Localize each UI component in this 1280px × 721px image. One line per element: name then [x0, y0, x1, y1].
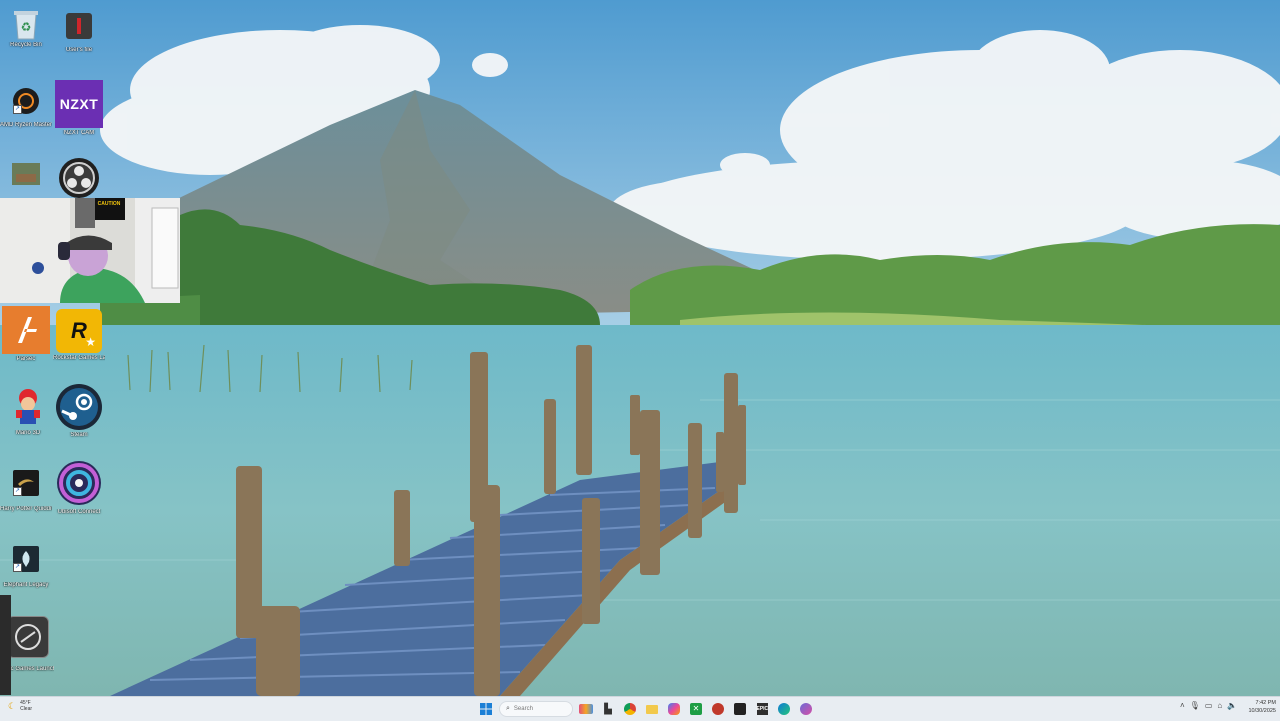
- task-view-icon: ▙: [604, 703, 612, 715]
- epic-games-button[interactable]: EPIC: [753, 700, 771, 718]
- monitor-icon[interactable]: ▭: [1205, 701, 1213, 711]
- ryzen-icon: ↗: [13, 88, 39, 114]
- webcam-overlay: CAUTION: [0, 198, 180, 303]
- red-app-icon: [66, 13, 92, 39]
- taskbar-search[interactable]: ⌕ Search: [499, 701, 573, 717]
- chevron-up-icon[interactable]: ˄: [1180, 701, 1185, 711]
- windows-logo-icon: [480, 703, 492, 715]
- task-view-button[interactable]: ▙: [599, 700, 617, 718]
- recycle-bin-icon: ♻: [9, 6, 43, 40]
- taskbar: ☾ 45°F Clear ⌕ Search ▙ ✕ EPIC ˄ 🎙 ▭ ⌂ 🔈: [0, 696, 1280, 721]
- desktop-icon-recycle-bin[interactable]: ♻ Recycle Bin: [0, 6, 52, 49]
- edge-icon: [778, 703, 790, 715]
- copilot-button[interactable]: [665, 700, 683, 718]
- antivirus-icon: [712, 703, 724, 715]
- epic-games-icon: EPIC: [756, 703, 768, 715]
- desktop-icon-parsec[interactable]: Parsec: [0, 306, 52, 363]
- file-explorer-button[interactable]: [643, 700, 661, 718]
- copilot-icon: [668, 703, 680, 715]
- caution-sign: CAUTION: [97, 201, 121, 207]
- steam-icon: [56, 384, 102, 430]
- xbox-icon: ✕: [690, 703, 702, 715]
- clock-time: 7:42 PM: [1255, 700, 1276, 706]
- xbox-button[interactable]: ✕: [687, 700, 705, 718]
- chrome-button[interactable]: [621, 700, 639, 718]
- shortcut-arrow-icon: ↗: [13, 487, 22, 496]
- rockstar-icon: R ★: [56, 309, 102, 353]
- folder-icon: [646, 704, 658, 714]
- network-icon[interactable]: ⌂: [1217, 701, 1222, 711]
- nzxt-icon: NZXT: [55, 80, 103, 128]
- start-button[interactable]: [477, 700, 495, 718]
- shortcut-arrow-icon: ↗: [13, 563, 22, 572]
- weather-widget[interactable]: ☾ 45°F Clear: [8, 700, 32, 712]
- desktop-icon-obs-studio[interactable]: [53, 158, 105, 198]
- widgets-icon: [579, 704, 593, 714]
- elephant-icon: ↗: [13, 546, 39, 572]
- photo-thumbnail-icon: [12, 163, 40, 185]
- obs-icon: [59, 158, 99, 198]
- desktop-icon-ubisoft-connect[interactable]: Ubisoft Connect: [53, 459, 105, 516]
- weather-condition: Clear: [20, 706, 33, 712]
- teams-button[interactable]: [797, 700, 815, 718]
- epic-launcher-icon: [7, 616, 49, 658]
- widgets-button[interactable]: [577, 700, 595, 718]
- harry-potter-icon: ↗: [13, 470, 39, 496]
- game-app-icon: [734, 703, 746, 715]
- taskbar-clock[interactable]: 7:42 PM 10/30/2025: [1236, 699, 1276, 715]
- mario-icon: [7, 386, 49, 428]
- desktop-icon-nzxt-cam[interactable]: NZXT NZXT CAM: [53, 80, 105, 137]
- webcam-feed: [0, 198, 180, 303]
- search-icon: ⌕: [506, 705, 510, 712]
- parsec-icon: [2, 306, 50, 354]
- desktop-icon-mario-game[interactable]: Mario 3D: [2, 386, 54, 437]
- desktop-icon-app-red[interactable]: User's file: [53, 13, 105, 54]
- desktop-icon-amd-ryzen-master[interactable]: ↗ AMD Ryzen Master: [0, 88, 52, 129]
- game-app-button[interactable]: [731, 700, 749, 718]
- desktop-wallpaper: [0, 0, 1280, 696]
- taskbar-apps: ⌕ Search ▙ ✕ EPIC: [477, 700, 815, 718]
- star-icon: ★: [85, 335, 96, 349]
- desktop-icon-elephant-app[interactable]: ↗ Elephant Legacy: [0, 546, 52, 589]
- antivirus-button[interactable]: [709, 700, 727, 718]
- svg-text:♻: ♻: [21, 20, 32, 34]
- left-edge-panel: [0, 595, 11, 695]
- desktop-icon-photo-shortcut[interactable]: [0, 163, 52, 185]
- chrome-icon: [624, 703, 636, 715]
- weather-moon-icon: ☾: [8, 700, 17, 711]
- ubisoft-icon: [55, 459, 103, 507]
- desktop-icon-steam[interactable]: Steam: [53, 384, 105, 439]
- shortcut-arrow-icon: ↗: [13, 105, 22, 114]
- microphone-icon[interactable]: 🎙: [1190, 701, 1200, 711]
- desktop-icon-harry-potter[interactable]: ↗ Harry Potter Quidditch...: [0, 470, 52, 513]
- teams-icon: [800, 703, 812, 715]
- system-tray: ˄ 🎙 ▭ ⌂ 🔈: [1180, 701, 1237, 711]
- desktop-icon-rockstar-launcher[interactable]: R ★ Rockstar Games Launcher: [53, 309, 105, 362]
- clock-date: 10/30/2025: [1248, 708, 1276, 714]
- edge-button[interactable]: [775, 700, 793, 718]
